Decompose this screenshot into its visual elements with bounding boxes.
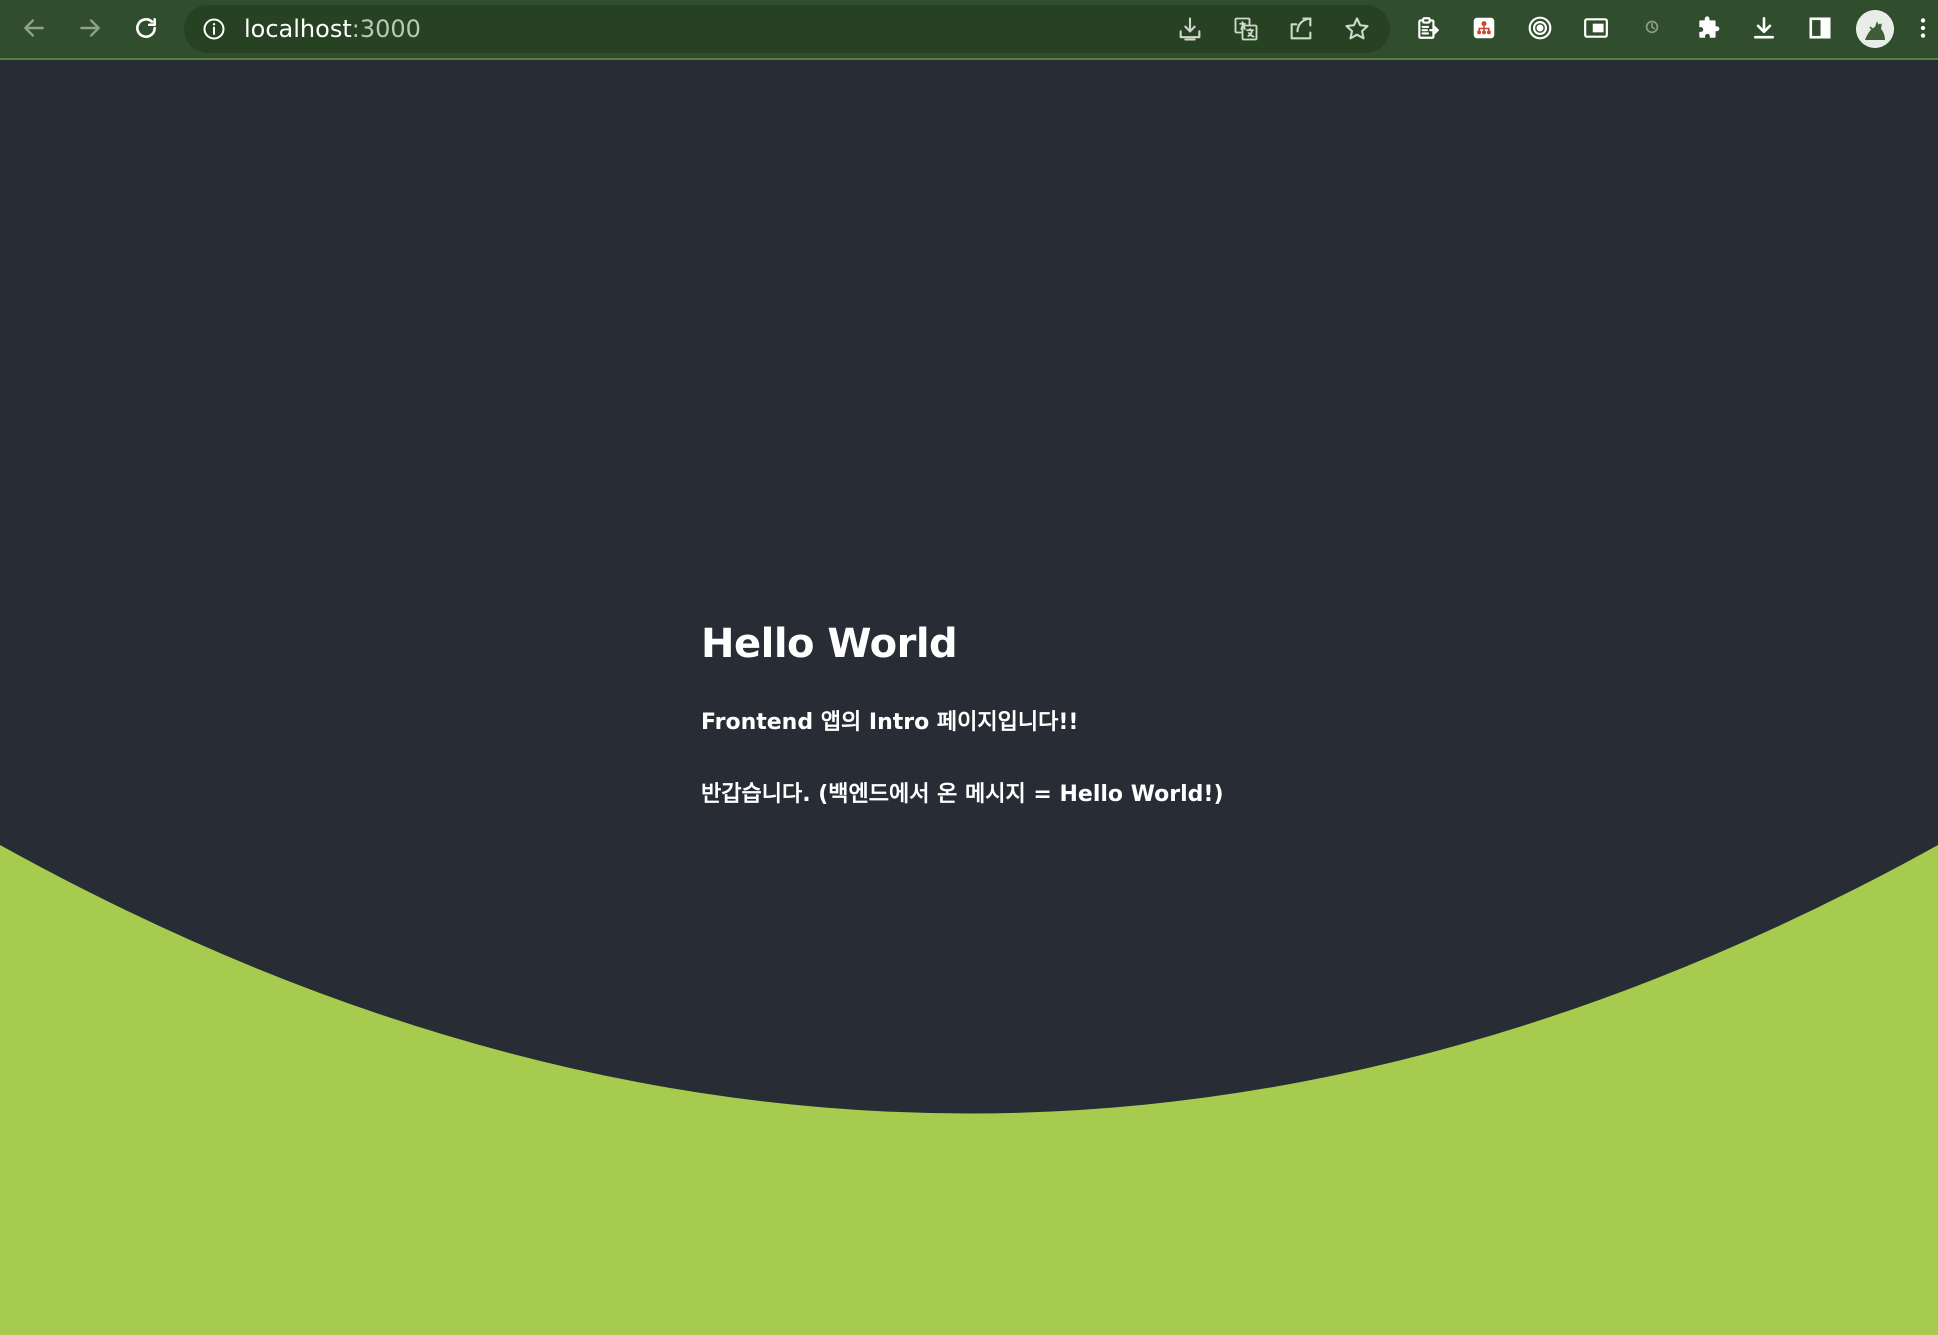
extensions-button[interactable]	[1688, 8, 1728, 48]
sitemap-extension-button[interactable]	[1464, 8, 1504, 48]
timer-extension-icon	[1645, 20, 1659, 34]
backend-message: 반갑습니다. (백엔드에서 온 메시지 = Hello World!)	[701, 782, 1224, 807]
kebab-menu-icon	[1920, 18, 1926, 38]
target-extension-button[interactable]	[1520, 8, 1560, 48]
download-icon	[1754, 16, 1774, 39]
picture-in-picture-button[interactable]	[1576, 8, 1616, 48]
side-panel-button[interactable]	[1800, 8, 1840, 48]
intro-content: Hello World Frontend 앱의 Intro 페이지입니다!! 반…	[701, 620, 1224, 808]
url-host: localhost	[244, 15, 352, 43]
profile-avatar[interactable]	[1856, 10, 1894, 48]
reload-button[interactable]	[126, 8, 166, 48]
address-bar[interactable]: localhost:3000	[184, 5, 1390, 53]
timer-extension-button[interactable]	[1632, 8, 1672, 48]
reload-icon	[136, 18, 156, 38]
translate-icon	[1234, 17, 1258, 41]
back-button[interactable]	[14, 8, 54, 48]
clipboard-extension-icon	[1418, 17, 1439, 39]
url-text[interactable]: localhost:3000	[244, 5, 421, 53]
clipboard-extension-button[interactable]	[1408, 8, 1448, 48]
arrow-left-icon	[24, 19, 44, 37]
puzzle-icon	[1699, 16, 1720, 38]
intro-text: Frontend 앱의 Intro 페이지입니다!!	[701, 710, 1079, 735]
translate-button[interactable]	[1230, 13, 1262, 45]
target-extension-icon	[1528, 16, 1552, 40]
share-button[interactable]	[1285, 13, 1317, 45]
browser-menu-button[interactable]	[1908, 8, 1938, 48]
side-panel-icon	[1809, 17, 1831, 39]
install-app-button[interactable]	[1174, 13, 1206, 45]
browser-toolbar: localhost:3000	[0, 0, 1938, 60]
url-port: :3000	[351, 15, 421, 43]
share-icon	[1290, 17, 1312, 40]
arrow-right-icon	[80, 19, 100, 37]
page-viewport: Hello World Frontend 앱의 Intro 페이지입니다!! 반…	[0, 60, 1938, 1335]
downloads-button[interactable]	[1744, 8, 1784, 48]
star-icon	[1345, 17, 1369, 40]
forward-button[interactable]	[70, 8, 110, 48]
sitemap-extension-icon	[1473, 17, 1495, 39]
bookmark-button[interactable]	[1341, 13, 1373, 45]
install-app-icon	[1179, 17, 1201, 41]
info-icon[interactable]	[202, 17, 226, 41]
avatar-image	[1856, 10, 1894, 48]
picture-in-picture-icon	[1584, 18, 1608, 38]
page-title: Hello World	[701, 621, 958, 667]
